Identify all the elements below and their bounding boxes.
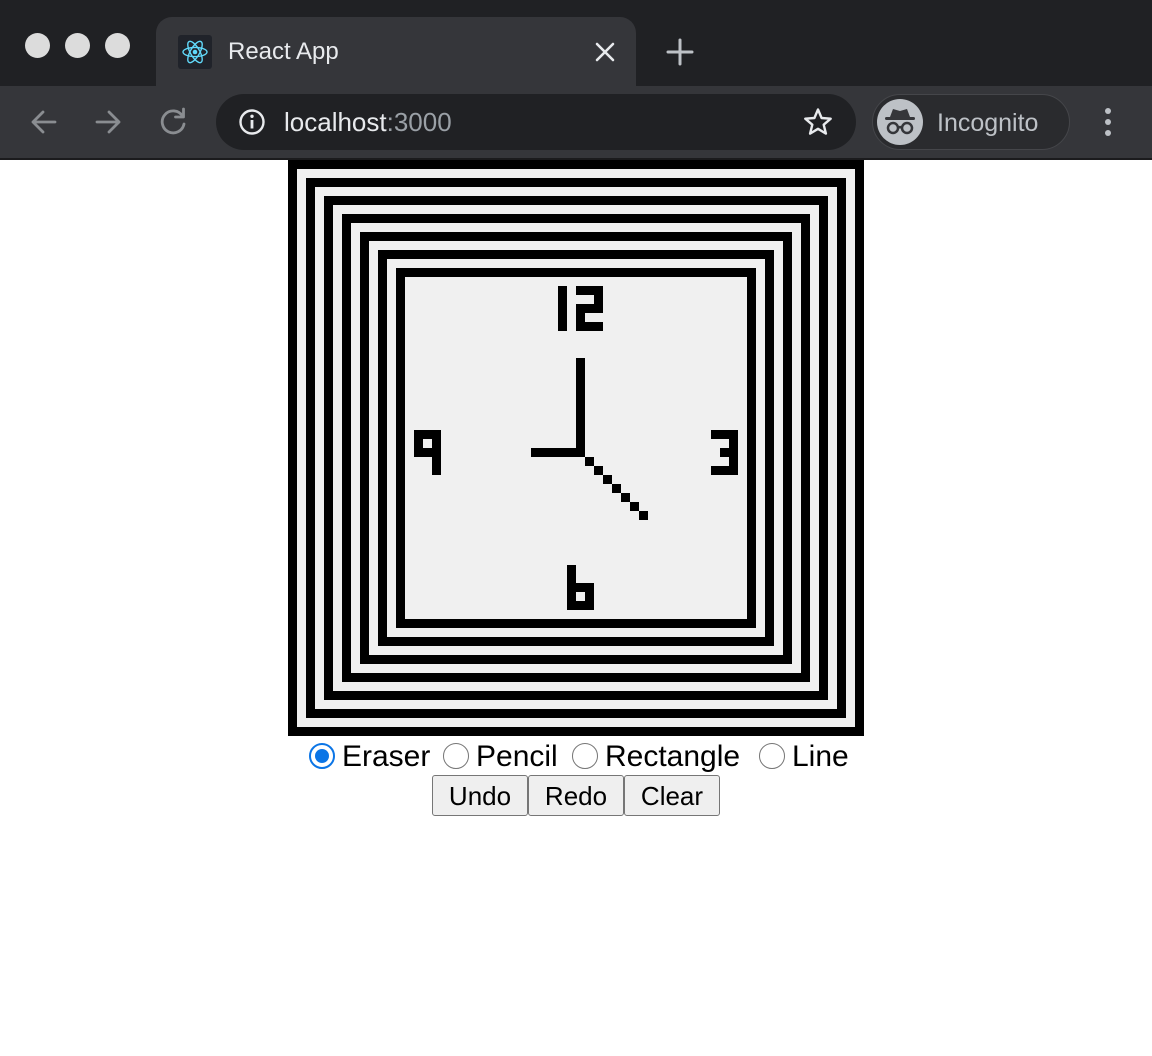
close-icon[interactable] [592,39,618,65]
redo-button[interactable]: Redo [528,775,624,816]
browser-window: React App localhost:3000 Incognito Erase… [0,0,1152,1056]
radio-line[interactable] [759,743,785,769]
arrow-left-icon[interactable] [27,105,61,139]
plus-icon[interactable] [664,36,696,68]
tab-react-app[interactable]: React App [156,17,636,86]
info-icon[interactable] [238,108,266,136]
radio-rectangle[interactable] [572,743,598,769]
tool-label-pencil[interactable]: Pencil [476,738,558,776]
clock-number-12 [558,286,603,331]
undo-button[interactable]: Undo [432,775,528,816]
action-buttons: Undo Redo Clear [0,774,1152,818]
arrow-right-icon[interactable] [91,105,125,139]
window-close-dot[interactable] [25,33,50,58]
reload-icon[interactable] [156,105,190,139]
url-port: :3000 [386,107,452,137]
kebab-menu-icon[interactable] [1092,104,1124,140]
address-bar[interactable]: localhost:3000 [216,94,856,150]
incognito-profile-button[interactable]: Incognito [872,94,1070,150]
incognito-icon [877,99,923,145]
url-host: localhost [284,107,387,137]
react-logo-icon [178,35,212,69]
tool-label-rectangle[interactable]: Rectangle [605,738,740,776]
page-content: Eraser Pencil Rectangle Line Undo Redo C… [0,160,1152,1056]
tab-title: React App [228,38,339,65]
star-icon[interactable] [802,106,834,138]
tool-label-eraser[interactable]: Eraser [342,738,430,776]
clear-button[interactable]: Clear [624,775,720,816]
browser-toolbar: localhost:3000 Incognito [0,86,1152,158]
radio-eraser[interactable] [309,743,335,769]
tab-strip: React App [0,0,1152,86]
window-zoom-dot[interactable] [105,33,130,58]
radio-pencil[interactable] [443,743,469,769]
drawing-canvas[interactable] [288,160,864,736]
tool-selector: Eraser Pencil Rectangle Line [0,738,1152,776]
window-minimize-dot[interactable] [65,33,90,58]
profile-label: Incognito [937,109,1039,137]
tool-label-line[interactable]: Line [792,738,849,776]
url-text[interactable]: localhost:3000 [284,106,452,138]
